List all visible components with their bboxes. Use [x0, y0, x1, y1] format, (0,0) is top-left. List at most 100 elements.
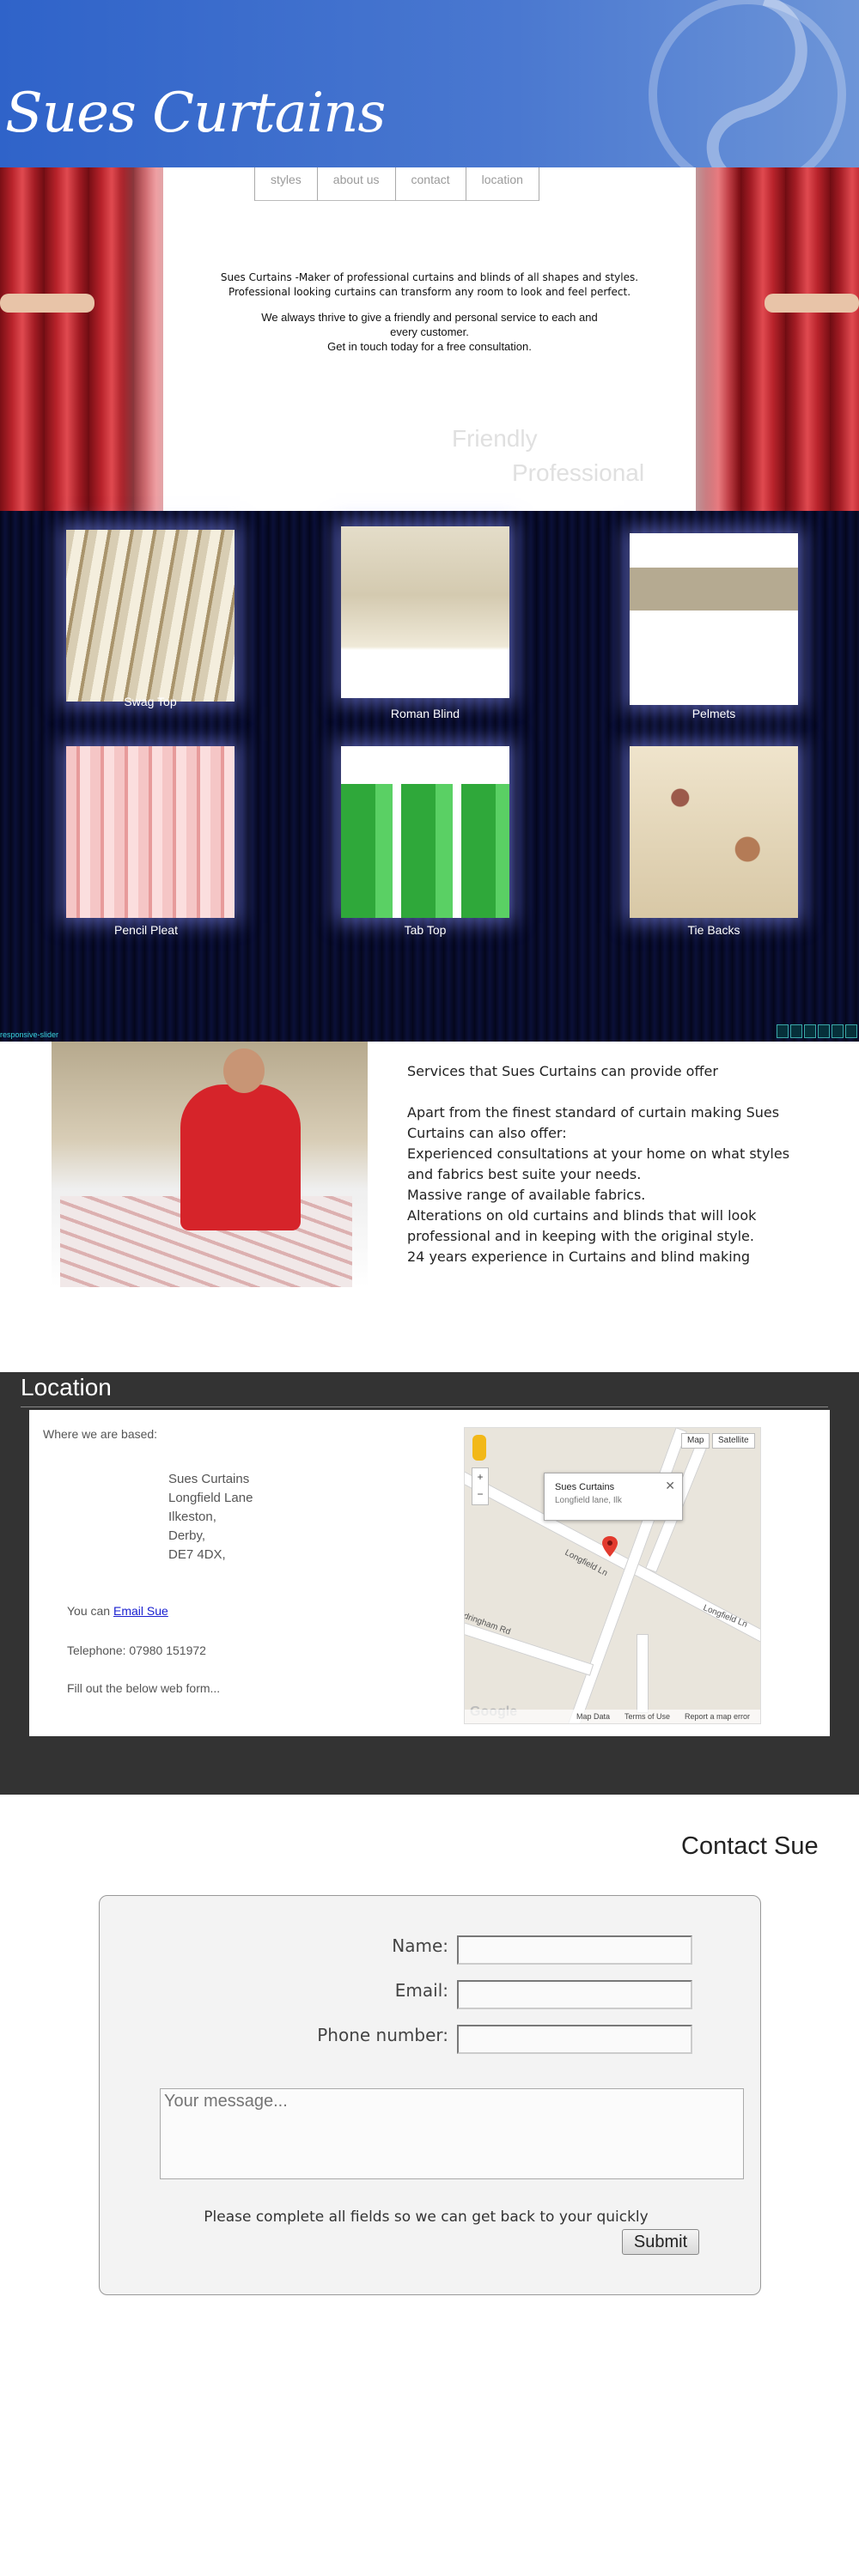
curtain-left-image	[0, 167, 223, 511]
gallery-tile-tie-backs[interactable]	[630, 746, 798, 918]
slider-label: responsive-slider	[0, 1030, 59, 1039]
gallery-tile-pelmets[interactable]	[630, 533, 798, 705]
intro-line5: Get in touch today for a free consultati…	[327, 340, 532, 353]
email-prefix: You can	[67, 1604, 113, 1618]
intro-line1: -Maker of professional curtains and blin…	[291, 271, 639, 283]
terms-of-use-link[interactable]: Terms of Use	[624, 1712, 670, 1721]
phone-input[interactable]	[457, 2025, 692, 2054]
name-label: Name:	[392, 1935, 448, 1956]
location-divider	[21, 1406, 828, 1407]
intro-para-2: We always thrive to give a friendly and …	[198, 310, 661, 354]
map-data-link[interactable]: Map Data	[576, 1712, 610, 1721]
person-head-image	[223, 1048, 265, 1093]
nav-location[interactable]: location	[466, 167, 539, 201]
slider-dot[interactable]	[804, 1024, 816, 1038]
services-intro: Apart from the finest standard of curtai…	[407, 1104, 780, 1141]
nav-contact[interactable]: contact	[395, 167, 466, 201]
map-type-map-button[interactable]: Map	[681, 1433, 710, 1449]
intro-text: Sues Curtains -Maker of professional cur…	[198, 270, 661, 364]
intro-line4: every customer.	[390, 325, 469, 338]
gallery-caption: Tie Backs	[687, 923, 740, 937]
submit-button[interactable]: Submit	[622, 2229, 699, 2255]
slider-dot[interactable]	[777, 1024, 789, 1038]
form-note: Please complete all fields so we can get…	[204, 2208, 649, 2226]
gallery-tile-swag-top[interactable]	[66, 530, 235, 702]
gallery-tile-pencil-pleat[interactable]	[66, 746, 235, 918]
gallery-caption: Tab Top	[404, 923, 447, 937]
address-block: Sues Curtains Longfield Lane Ilkeston, D…	[168, 1470, 253, 1564]
intro-para-1: Sues Curtains -Maker of professional cur…	[198, 270, 661, 300]
gallery-tile-roman-blind[interactable]	[341, 526, 509, 698]
hand-right-image	[765, 294, 859, 313]
contact-form: Name: Email: Phone number: Please comple…	[99, 1895, 761, 2295]
services-item: Massive range of available fabrics.	[407, 1187, 646, 1203]
map-road	[564, 1428, 687, 1723]
decorative-swirl-icon	[649, 0, 846, 167]
message-textarea[interactable]	[160, 2088, 744, 2179]
map-popup-title: Sues Curtains	[555, 1482, 615, 1492]
nav-styles[interactable]: styles	[254, 167, 318, 201]
site-logo[interactable]: Sues Curtains	[5, 82, 386, 145]
close-icon[interactable]: ✕	[665, 1479, 675, 1493]
gallery-tile-tab-top[interactable]	[341, 746, 509, 918]
map-popup-address: Longfield lane, Ilk	[555, 1496, 622, 1505]
address-line: Derby,	[168, 1528, 206, 1543]
map-road	[637, 1634, 649, 1713]
person-image	[180, 1084, 301, 1230]
slider-dot[interactable]	[832, 1024, 844, 1038]
telephone-text: Telephone: 07980 151972	[67, 1643, 206, 1657]
map-type-satellite-button[interactable]: Satellite	[712, 1433, 755, 1449]
address-line: Sues Curtains	[168, 1472, 250, 1486]
phone-label: Phone number:	[317, 2025, 448, 2045]
map-road-label: Longfield Ln	[701, 1603, 749, 1630]
intro-brand: Sues Curtains	[220, 271, 292, 283]
services-item: Alterations on old curtains and blinds t…	[407, 1207, 757, 1244]
location-panel: Where we are based: Sues Curtains Longfi…	[29, 1410, 830, 1736]
hero-stage: styles about us contact location Sues Cu…	[0, 167, 859, 511]
gallery-caption: Swag Top	[124, 695, 177, 708]
email-sue-link[interactable]: Email Sue	[113, 1604, 168, 1618]
email-line: You can Email Sue	[67, 1604, 168, 1618]
location-title: Location	[21, 1374, 112, 1400]
slider-dot[interactable]	[818, 1024, 830, 1038]
gallery-caption: Pelmets	[691, 707, 736, 720]
slider-pagination	[777, 1024, 857, 1038]
styles-gallery: Swag Top Roman Blind Pelmets Pencil Plea…	[0, 511, 859, 1042]
slider-dot[interactable]	[790, 1024, 802, 1038]
tagline-professional: Professional	[512, 459, 645, 486]
email-input[interactable]	[457, 1980, 692, 2009]
services-title: Services that Sues Curtains can provide …	[407, 1063, 718, 1079]
report-map-error-link[interactable]: Report a map error	[685, 1712, 750, 1721]
site-header: Sues Curtains	[0, 0, 859, 167]
nav-about-us[interactable]: about us	[317, 167, 396, 201]
map-footer: Map Data Terms of Use Report a map error	[465, 1710, 760, 1723]
map-road	[465, 1621, 594, 1676]
form-hint-text: Fill out the below web form...	[67, 1681, 221, 1695]
main-nav: styles about us contact location	[254, 167, 539, 201]
email-label: Email:	[394, 1980, 448, 2001]
services-item: 24 years experience in Curtains and blin…	[407, 1249, 750, 1265]
slider-dot[interactable]	[845, 1024, 857, 1038]
services-item: Experienced consultations at your home o…	[407, 1145, 790, 1182]
gallery-caption: Pencil Pleat	[114, 923, 178, 937]
map-zoom-control[interactable]: + −	[472, 1467, 489, 1505]
name-input[interactable]	[457, 1935, 692, 1965]
tagline-friendly: Friendly	[452, 425, 538, 452]
services-section: Services that Sues Curtains can provide …	[407, 1061, 819, 1267]
seamstress-photo	[52, 1042, 368, 1287]
based-label: Where we are based:	[43, 1427, 158, 1441]
contact-title: Contact Sue	[681, 1832, 819, 1860]
curtain-right-image	[636, 167, 859, 511]
intro-line3: We always thrive to give a friendly and …	[261, 311, 598, 324]
map-marker-icon[interactable]	[602, 1536, 618, 1557]
address-line: DE7 4DX,	[168, 1547, 226, 1562]
location-section: Location Where we are based: Sues Curtai…	[0, 1372, 859, 1795]
address-line: Longfield Lane	[168, 1491, 253, 1505]
gallery-caption: Roman Blind	[390, 707, 460, 720]
street-view-pegman-icon[interactable]	[472, 1435, 486, 1461]
hand-left-image	[0, 294, 94, 313]
map-info-window: Sues Curtains Longfield lane, Ilk ✕	[544, 1473, 683, 1521]
address-line: Ilkeston,	[168, 1510, 216, 1524]
google-map[interactable]: Longfield Ln Longfield Ln Sandringham Rd…	[464, 1427, 761, 1724]
intro-line2: Professional looking curtains can transf…	[228, 286, 631, 298]
